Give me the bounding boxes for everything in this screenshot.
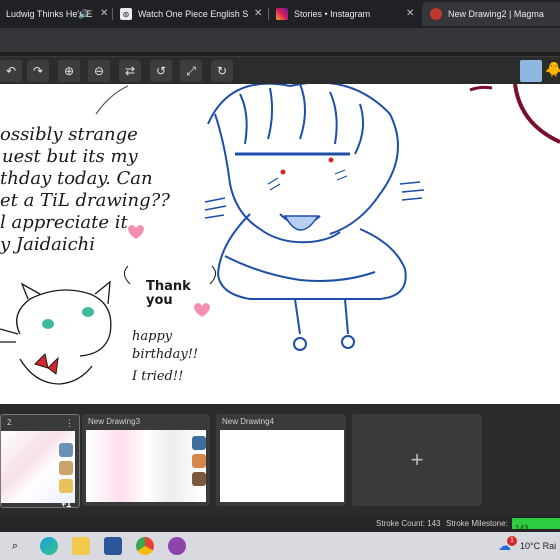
- tab-instagram[interactable]: Stories • Instagram: [276, 4, 396, 24]
- rotate-right-icon[interactable]: ↻: [211, 60, 233, 82]
- bday-line: happy: [132, 329, 173, 344]
- avatar: [59, 479, 73, 493]
- request-line: et a TiL drawing??: [0, 190, 170, 211]
- zoom-out-icon[interactable]: ⊖: [88, 60, 110, 82]
- speaker-icon[interactable]: 🔊: [78, 4, 92, 24]
- bubble-line: [95, 85, 129, 115]
- taskbar: ⌕ ☁ 1 10°C Rai: [0, 532, 560, 560]
- add-drawing-button[interactable]: +: [352, 414, 482, 506]
- more-vert-icon[interactable]: ⋮: [65, 418, 74, 429]
- notification-badge: 1: [507, 536, 517, 546]
- avatar: [192, 436, 206, 450]
- eye-left: [280, 169, 286, 175]
- tab-separator: [112, 8, 113, 20]
- undo-icon[interactable]: ↶: [0, 60, 22, 82]
- tab-title: New Drawing2 | Magma: [448, 9, 544, 19]
- tab-one-piece[interactable]: ⊛ Watch One Piece English Sub: [120, 4, 248, 24]
- drawing-card-title: 2: [7, 418, 12, 427]
- birthday-text: happy birthday!! I tried!!: [132, 328, 198, 386]
- instagram-icon: [276, 8, 288, 20]
- tab-close-icon[interactable]: ✕: [406, 8, 414, 19]
- reply-line: you: [146, 293, 173, 308]
- tab-close-icon[interactable]: ✕: [254, 8, 262, 19]
- stroke-count: Stroke Count: 143: [376, 519, 441, 528]
- stroke-milestone-label: Stroke Milestone:: [446, 519, 508, 528]
- bday-line: I tried!!: [132, 369, 184, 384]
- drawing-card-title: New Drawing3: [88, 417, 141, 426]
- weather-text[interactable]: 10°C Rai: [520, 541, 556, 551]
- tab-title: Watch One Piece English Sub: [138, 9, 248, 19]
- request-line: l appreciate it: [0, 212, 128, 233]
- duck-avatar-icon[interactable]: 🐥: [545, 61, 560, 81]
- drawing-card[interactable]: 2 ⋮ +1: [0, 414, 80, 509]
- store-icon[interactable]: [104, 537, 122, 555]
- bday-line: birthday!!: [132, 347, 199, 362]
- collaborator-count: +6: [194, 494, 205, 504]
- avatar: [59, 443, 73, 457]
- search-icon[interactable]: ⌕: [6, 537, 24, 555]
- crunchy-icon: ⊛: [120, 8, 132, 20]
- magma-icon: [430, 8, 442, 20]
- request-line: thday today. Can: [0, 168, 153, 189]
- drawing-card-title: New Drawing4: [222, 417, 275, 426]
- drawing-card[interactable]: New Drawing4: [216, 414, 346, 506]
- milestone-progress-bar: 143: [512, 518, 560, 533]
- zoom-in-icon[interactable]: ⊕: [58, 60, 80, 82]
- tab-close-icon[interactable]: ✕: [100, 8, 108, 19]
- drawing-canvas[interactable]: ossibly strange uest but its my thday to…: [0, 84, 560, 404]
- app-toolbar: ↶ ↷ ⊕ ⊖ ⇄ ↺ ⤢ ↻ 🐥: [0, 56, 560, 86]
- eye-right: [328, 157, 334, 163]
- discord-icon[interactable]: [168, 537, 186, 555]
- drawing-thumbnail: [220, 430, 344, 502]
- request-line: y Jaidaichi: [0, 234, 96, 255]
- plus-icon: +: [410, 447, 424, 472]
- rotate-left-icon[interactable]: ↺: [150, 60, 172, 82]
- red-circle-stroke: [513, 84, 560, 144]
- avatar: [59, 461, 73, 475]
- thank-you-text: Thank you: [146, 280, 191, 308]
- browser-tab-strip: Ludwig Thinks He's E 🔊 ✕ ⊛ Watch One Pie…: [0, 0, 560, 28]
- redo-icon[interactable]: ↷: [27, 60, 49, 82]
- reply-line: Thank: [146, 279, 191, 294]
- status-bar: Stroke Count: 143 Stroke Milestone: 143: [0, 516, 560, 533]
- avatar: [192, 472, 206, 486]
- avatar: [192, 454, 206, 468]
- address-bar-area: [0, 28, 560, 52]
- edge-icon[interactable]: [40, 537, 58, 555]
- fullscreen-icon[interactable]: ⤢: [180, 60, 202, 82]
- user-avatar[interactable]: [520, 60, 542, 82]
- collaborator-count: +1: [61, 499, 72, 509]
- tab-title: Stories • Instagram: [294, 9, 371, 19]
- request-line: uest but its my: [2, 146, 138, 167]
- request-text: ossibly strange uest but its my thday to…: [0, 124, 170, 256]
- file-explorer-icon[interactable]: [72, 537, 90, 555]
- tab-separator: [268, 8, 269, 20]
- drawing-thumbnail: [86, 430, 206, 502]
- drawing-card[interactable]: New Drawing3 +6: [82, 414, 210, 506]
- chrome-icon[interactable]: [136, 537, 154, 555]
- drawings-panel: 2 ⋮ +1 New Drawing3 +6 New Drawing4 +: [0, 404, 560, 516]
- flip-icon[interactable]: ⇄: [119, 60, 141, 82]
- tab-magma[interactable]: New Drawing2 | Magma: [422, 2, 560, 26]
- request-line: ossibly strange: [0, 124, 138, 145]
